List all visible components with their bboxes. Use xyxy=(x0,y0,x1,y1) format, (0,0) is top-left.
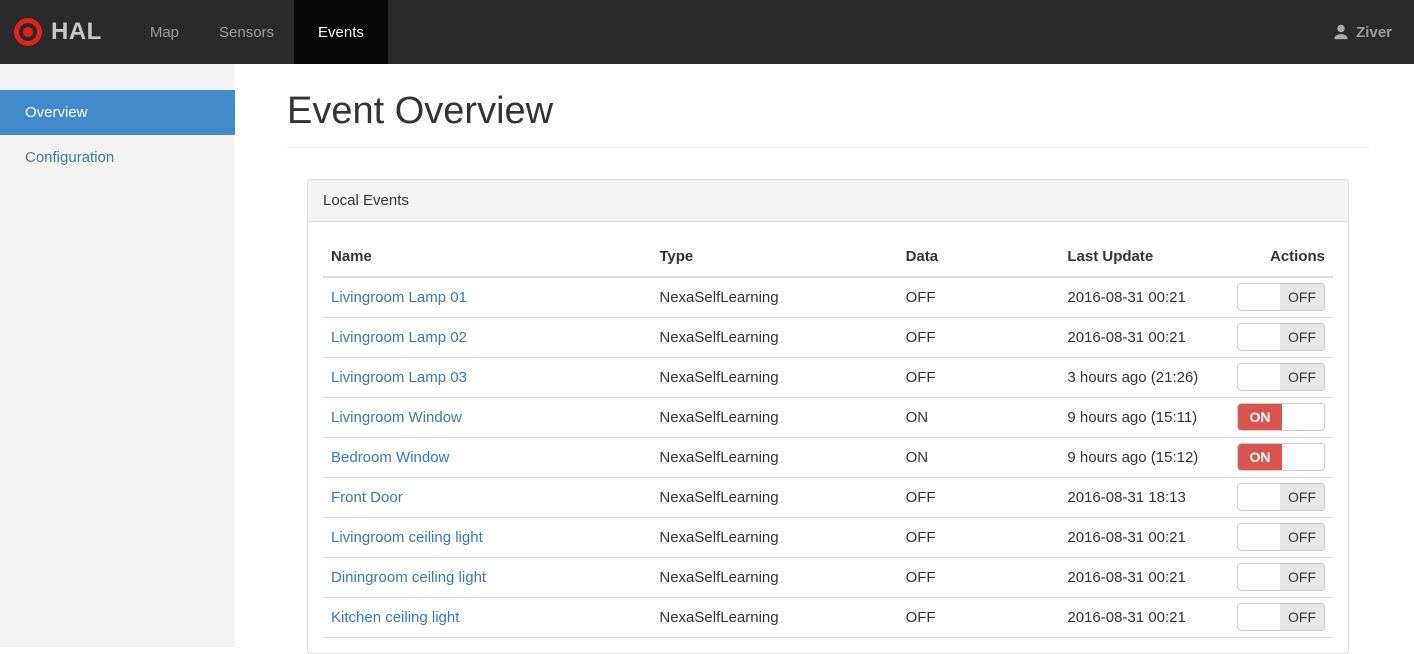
device-last-update: 2016-08-31 00:21 xyxy=(1059,597,1229,638)
toggle-handle xyxy=(1238,324,1280,351)
device-name-link[interactable]: Livingroom Window xyxy=(331,409,462,426)
device-last-update: 2016-08-31 00:21 xyxy=(1059,517,1229,558)
device-last-update: 2016-08-31 00:21 xyxy=(1059,557,1229,598)
toggle-state-label: ON xyxy=(1238,444,1282,471)
toggle-switch[interactable]: ON xyxy=(1237,443,1325,472)
toggle-handle xyxy=(1282,404,1324,431)
column-header-type: Type xyxy=(651,236,898,278)
device-type: NexaSelfLearning xyxy=(651,517,898,558)
main-content: Event Overview Local Events Name Type Da… xyxy=(235,90,1414,654)
toggle-state-label: OFF xyxy=(1280,324,1324,351)
panel-body: Name Type Data Last Update Actions Livin… xyxy=(308,222,1348,653)
toggle-handle xyxy=(1238,284,1280,311)
toggle-handle xyxy=(1238,524,1280,551)
toggle-state-label: OFF xyxy=(1280,484,1324,511)
username-label: Ziver xyxy=(1356,23,1392,41)
brand-label: HAL xyxy=(51,18,102,45)
device-data-value: ON xyxy=(897,437,1060,478)
device-name-link[interactable]: Front Door xyxy=(331,489,403,506)
table-row: Diningroom ceiling light NexaSelfLearnin… xyxy=(323,557,1333,598)
brand[interactable]: HAL xyxy=(0,0,116,64)
device-last-update: 2016-08-31 18:13 xyxy=(1059,477,1229,518)
device-last-update: 9 hours ago (15:11) xyxy=(1059,397,1229,438)
nav-item-sensors[interactable]: Sensors xyxy=(199,0,294,64)
sidebar-item-configuration[interactable]: Configuration xyxy=(0,135,235,180)
person-icon xyxy=(1332,23,1350,41)
device-data-value: OFF xyxy=(897,477,1060,518)
navbar-menu: Map Sensors Events xyxy=(130,0,388,64)
device-name-link[interactable]: Diningroom ceiling light xyxy=(331,569,486,586)
device-name-link[interactable]: Livingroom Lamp 03 xyxy=(331,369,467,386)
local-events-panel: Local Events Name Type Data Last Update … xyxy=(307,178,1349,654)
user-menu[interactable]: Ziver xyxy=(1332,0,1414,64)
sidebar-list: Overview Configuration xyxy=(0,90,235,180)
toggle-switch[interactable]: OFF xyxy=(1237,563,1325,592)
toggle-switch[interactable]: OFF xyxy=(1237,363,1325,392)
device-type: NexaSelfLearning xyxy=(651,437,898,478)
sidebar-item-overview[interactable]: Overview xyxy=(0,90,235,135)
device-type: NexaSelfLearning xyxy=(651,357,898,398)
toggle-switch[interactable]: OFF xyxy=(1237,323,1325,352)
device-name-link[interactable]: Livingroom Lamp 02 xyxy=(331,329,467,346)
table-row: Front Door NexaSelfLearning OFF 2016-08-… xyxy=(323,477,1333,518)
device-last-update: 3 hours ago (21:26) xyxy=(1059,357,1229,398)
table-row: Livingroom Lamp 03 NexaSelfLearning OFF … xyxy=(323,357,1333,398)
column-header-actions: Actions xyxy=(1228,236,1333,278)
device-type: NexaSelfLearning xyxy=(651,276,898,318)
table-row: Livingroom Lamp 02 NexaSelfLearning OFF … xyxy=(323,317,1333,358)
column-header-last-update: Last Update xyxy=(1059,236,1229,278)
device-last-update: 2016-08-31 00:21 xyxy=(1059,317,1229,358)
device-data-value: OFF xyxy=(897,597,1060,638)
toggle-state-label: OFF xyxy=(1280,524,1324,551)
device-name-link[interactable]: Livingroom Lamp 01 xyxy=(331,289,467,306)
page-title: Event Overview xyxy=(287,90,1370,148)
device-type: NexaSelfLearning xyxy=(651,317,898,358)
toggle-switch[interactable]: OFF xyxy=(1237,603,1325,632)
toggle-handle xyxy=(1238,604,1280,631)
device-name-link[interactable]: Kitchen ceiling light xyxy=(331,609,459,626)
device-name-link[interactable]: Livingroom ceiling light xyxy=(331,529,483,546)
nav-item-events[interactable]: Events xyxy=(294,0,388,64)
device-data-value: OFF xyxy=(897,357,1060,398)
device-data-value: ON xyxy=(897,397,1060,438)
toggle-handle xyxy=(1238,364,1280,391)
toggle-state-label: OFF xyxy=(1280,284,1324,311)
column-header-data: Data xyxy=(897,236,1060,278)
panel-title: Local Events xyxy=(308,179,1348,222)
device-type: NexaSelfLearning xyxy=(651,597,898,638)
toggle-switch[interactable]: OFF xyxy=(1237,523,1325,552)
device-data-value: OFF xyxy=(897,276,1060,318)
device-data-value: OFF xyxy=(897,517,1060,558)
table-header-row: Name Type Data Last Update Actions xyxy=(323,236,1333,278)
device-type: NexaSelfLearning xyxy=(651,557,898,598)
table-row: Livingroom Lamp 01 NexaSelfLearning OFF … xyxy=(323,276,1333,318)
toggle-handle xyxy=(1238,484,1280,511)
toggle-switch[interactable]: ON xyxy=(1237,403,1325,432)
device-data-value: OFF xyxy=(897,557,1060,598)
device-last-update: 9 hours ago (15:12) xyxy=(1059,437,1229,478)
table-row: Livingroom Window NexaSelfLearning ON 9 … xyxy=(323,397,1333,438)
top-navbar: HAL Map Sensors Events Ziver xyxy=(0,0,1414,64)
device-type: NexaSelfLearning xyxy=(651,397,898,438)
events-table: Name Type Data Last Update Actions Livin… xyxy=(323,236,1333,638)
hal-bullseye-logo-icon xyxy=(14,18,42,46)
toggle-state-label: OFF xyxy=(1280,364,1324,391)
table-row: Livingroom ceiling light NexaSelfLearnin… xyxy=(323,517,1333,558)
device-last-update: 2016-08-31 00:21 xyxy=(1059,276,1229,318)
toggle-state-label: OFF xyxy=(1280,604,1324,631)
toggle-state-label: OFF xyxy=(1280,564,1324,591)
sidebar: Overview Configuration xyxy=(0,64,235,647)
table-row: Kitchen ceiling light NexaSelfLearning O… xyxy=(323,597,1333,638)
device-name-link[interactable]: Bedroom Window xyxy=(331,449,449,466)
device-data-value: OFF xyxy=(897,317,1060,358)
toggle-handle xyxy=(1282,444,1324,471)
toggle-handle xyxy=(1238,564,1280,591)
toggle-state-label: ON xyxy=(1238,404,1282,431)
toggle-switch[interactable]: OFF xyxy=(1237,483,1325,512)
column-header-name: Name xyxy=(323,236,652,278)
toggle-switch[interactable]: OFF xyxy=(1237,283,1325,312)
table-row: Bedroom Window NexaSelfLearning ON 9 hou… xyxy=(323,437,1333,478)
device-type: NexaSelfLearning xyxy=(651,477,898,518)
nav-item-map[interactable]: Map xyxy=(130,0,199,64)
